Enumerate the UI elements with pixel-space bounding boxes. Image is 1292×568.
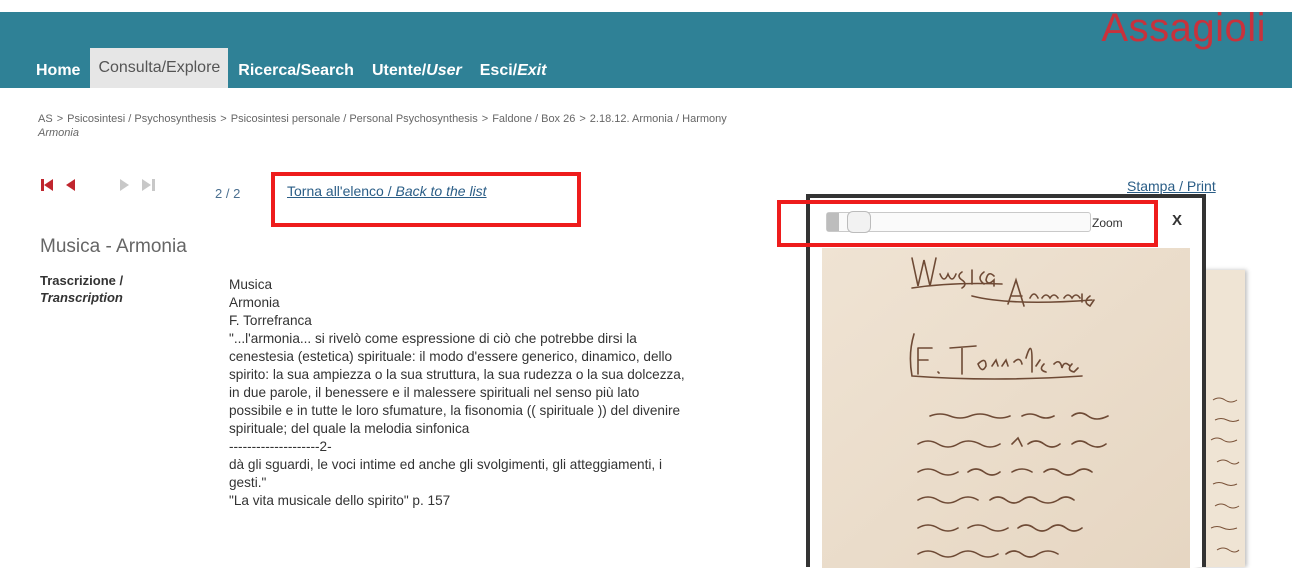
brand-logo[interactable]: Assagioli	[1101, 6, 1266, 51]
record-pager	[40, 176, 160, 194]
nav-user-label: Utente/	[371, 62, 427, 79]
transcription-label-en: Transcription	[40, 290, 123, 305]
print-link[interactable]: Stampa / Print	[1127, 178, 1216, 194]
nav-exit-label-en: Exit	[517, 62, 547, 79]
transcription-line: "...l'armonia... si rivelò come espressi…	[229, 331, 637, 346]
transcription-label: Trascrizione / Transcription	[40, 272, 190, 306]
nav-explore[interactable]: Consulta/Explore	[90, 48, 229, 88]
transcription-line: Musica	[229, 277, 273, 292]
transcription-line: --------------------2-	[229, 439, 332, 454]
nav-user-label-en: User	[426, 62, 462, 79]
first-page-icon[interactable]	[40, 176, 58, 194]
image-viewer-popup: Zoom X	[806, 194, 1206, 568]
breadcrumb-separator: >	[579, 113, 586, 125]
breadcrumb-separator: >	[56, 113, 64, 125]
breadcrumb-item[interactable]: Psicosintesi / Psychosynthesis	[67, 113, 216, 125]
transcription-line: spirituale; del quale la melodia sinfoni…	[229, 421, 470, 436]
highlight-box-back-link	[271, 172, 581, 227]
nav-exit-label: Esci/	[479, 62, 518, 79]
site-header: Assagioli Home Consulta/Explore Ricerca/…	[0, 0, 1292, 88]
breadcrumb-item[interactable]: AS	[38, 113, 53, 125]
last-page-icon	[138, 176, 156, 194]
document-title: Musica - Armonia	[40, 236, 187, 257]
nav-exit[interactable]: Esci/Exit	[472, 54, 555, 88]
main-nav: Home Consulta/Explore Ricerca/Search Ute…	[28, 46, 556, 88]
breadcrumb-separator: >	[481, 113, 489, 125]
transcription-text: Musica Armonia F. Torrefranca "...l'armo…	[229, 276, 819, 510]
transcription-label-it: Trascrizione /	[40, 273, 124, 288]
nav-search[interactable]: Ricerca/Search	[230, 54, 362, 88]
highlight-box-zoom	[777, 200, 1158, 247]
nav-user[interactable]: Utente/User	[364, 54, 470, 88]
breadcrumb-item[interactable]: 2.18.12. Armonia / Harmony	[590, 113, 727, 125]
breadcrumb-current: Armonia	[38, 127, 79, 139]
breadcrumb: AS > Psicosintesi / Psychosynthesis > Psicos…	[38, 112, 727, 140]
prev-page-icon[interactable]	[62, 176, 80, 194]
transcription-line: cenestesia (estetica) spirituale: il mod…	[229, 349, 673, 364]
transcription-line: spirito: la sua ampiezza o la sua strutt…	[229, 367, 685, 382]
transcription-line: gesti."	[229, 475, 267, 490]
breadcrumb-separator: >	[220, 113, 227, 125]
transcription-line: dà gli sguardi, le voci intime ed anche …	[229, 457, 662, 472]
transcription-line: F. Torrefranca	[229, 313, 312, 328]
page-counter: 2 / 2	[215, 186, 241, 201]
nav-home[interactable]: Home	[28, 54, 88, 88]
transcription-line: Armonia	[229, 295, 280, 310]
breadcrumb-item[interactable]: Faldone / Box 26	[492, 113, 575, 125]
breadcrumb-item[interactable]: Psicosintesi personale / Personal Psycho…	[231, 113, 478, 125]
manuscript-image[interactable]	[822, 248, 1190, 568]
transcription-line: possibile e in tutte le loro sfumature, …	[229, 403, 681, 418]
transcription-line: in due parole, il benessere e il malesse…	[229, 385, 640, 400]
next-page-icon	[116, 176, 134, 194]
close-viewer-button[interactable]: X	[1172, 212, 1182, 229]
transcription-line: "La vita musicale dello spirito" p. 157	[229, 493, 451, 508]
